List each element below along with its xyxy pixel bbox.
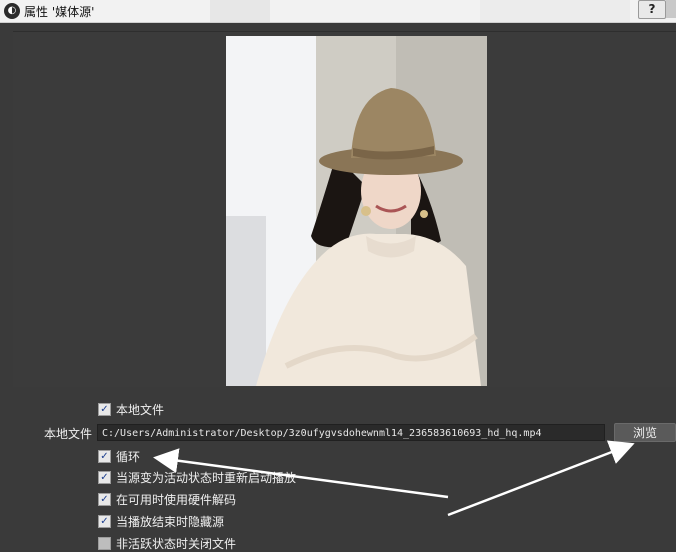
loop-checkbox-label: 循环 bbox=[116, 450, 141, 464]
title-bar-blur bbox=[480, 0, 630, 22]
hardware-decode-label: 在可用时使用硬件解码 bbox=[116, 493, 237, 507]
local-file-field-label: 本地文件 bbox=[44, 427, 93, 441]
browse-button[interactable]: 浏览 bbox=[614, 423, 676, 442]
media-preview-image bbox=[226, 36, 487, 386]
title-bar-blur bbox=[210, 0, 270, 22]
close-when-inactive-checkbox[interactable] bbox=[98, 537, 111, 550]
obs-app-icon: ◐ bbox=[4, 3, 20, 19]
local-file-checkbox[interactable]: ✓ bbox=[98, 403, 111, 416]
title-bar: ◐ 属性 '媒体源' ? bbox=[0, 0, 676, 23]
hide-on-end-checkbox[interactable]: ✓ bbox=[98, 515, 111, 528]
loop-checkbox[interactable]: ✓ bbox=[98, 450, 111, 463]
restart-on-active-label: 当源变为活动状态时重新启动播放 bbox=[116, 471, 297, 485]
hardware-decode-checkbox[interactable]: ✓ bbox=[98, 493, 111, 506]
properties-panel bbox=[13, 388, 676, 546]
close-when-inactive-label: 非活跃状态时关闭文件 bbox=[116, 537, 237, 551]
hide-on-end-label: 当播放结束时隐藏源 bbox=[116, 515, 225, 529]
local-file-checkbox-label: 本地文件 bbox=[116, 403, 165, 417]
window-title: 属性 '媒体源' bbox=[24, 5, 95, 19]
restart-on-active-checkbox[interactable]: ✓ bbox=[98, 471, 111, 484]
local-file-path-input[interactable]: C:/Users/Administrator/Desktop/3z0ufygvs… bbox=[97, 424, 605, 441]
close-button-edge[interactable] bbox=[666, 0, 676, 18]
help-button[interactable]: ? bbox=[638, 0, 666, 19]
